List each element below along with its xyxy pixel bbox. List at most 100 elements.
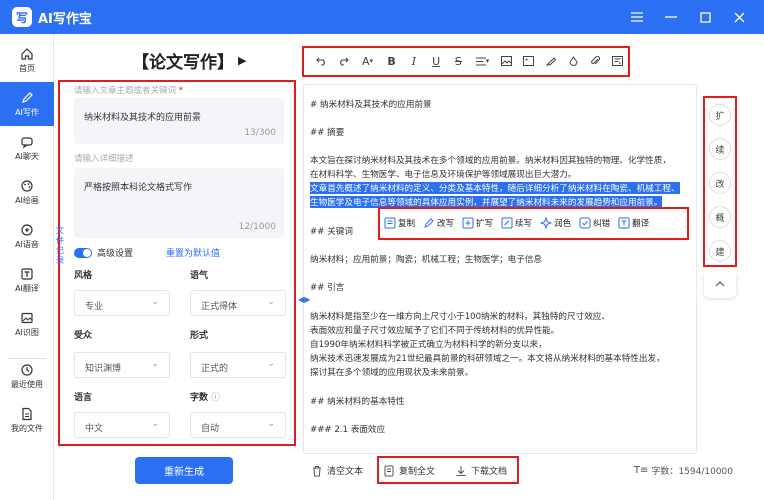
copy-button[interactable]: 复制 — [384, 217, 415, 229]
strikethrough-button[interactable]: S — [448, 50, 468, 72]
mic-icon — [21, 223, 33, 236]
collapse-handle-icon[interactable]: ◀▶ — [298, 295, 310, 304]
doc-line: ## 引言 — [310, 283, 345, 293]
translate-icon — [618, 217, 630, 229]
palette-icon — [21, 179, 33, 192]
title-bar: 写 AI写作宝 — [0, 0, 764, 34]
word-count: T≡ 字数：1594/10000 — [633, 465, 733, 477]
undo-icon[interactable] — [311, 50, 331, 72]
brush-icon[interactable] — [541, 50, 561, 72]
panel-title[interactable]: 【论文写作】 ▶ — [132, 48, 246, 73]
nav-item-ai-image-recognition[interactable]: AI识图 — [0, 302, 54, 346]
regenerate-button[interactable]: 重新生成 — [135, 457, 233, 484]
chevron-down-icon: ⌄ — [267, 297, 275, 307]
nav-item-ai-voice[interactable]: AI语音 — [0, 214, 54, 258]
advanced-settings-toggle[interactable]: 高级设置 — [74, 246, 133, 259]
file-records-tab[interactable]: 文件记录 — [54, 226, 66, 266]
close-icon[interactable] — [722, 0, 756, 34]
left-nav: 首页 AI写作 AI聊天 AI绘画 AI语音 AI翻译 AI识图 最近使用 我的… — [0, 34, 54, 500]
nav-divider — [8, 358, 46, 359]
continue-button[interactable]: 续写 — [501, 217, 532, 229]
photo-icon[interactable] — [519, 50, 539, 72]
detail-input[interactable]: 严格按照本科论文格式写作 12/1000 — [74, 168, 284, 238]
suggest-side-button[interactable]: 建 — [709, 240, 731, 262]
italic-button[interactable]: I — [404, 50, 424, 72]
rewrite-side-button[interactable]: 改 — [709, 172, 731, 194]
nav-item-ai-translate[interactable]: AI翻译 — [0, 258, 54, 302]
app-title: AI写作宝 — [38, 11, 92, 27]
doc-line: 探讨其在多个领域的应用现状及未来前景。 — [310, 368, 474, 378]
underline-button[interactable]: U — [426, 50, 446, 72]
copy-icon — [384, 217, 396, 229]
polish-button[interactable]: 润色 — [540, 217, 571, 229]
audience-label: 受众 — [74, 331, 93, 341]
nav-item-ai-painting[interactable]: AI绘画 — [0, 170, 54, 214]
form-select[interactable]: 正式的 ⌄ — [190, 352, 286, 378]
doc-line: # 纳米材料及其技术的应用前景 — [310, 100, 432, 110]
tone-select[interactable]: 正式得体 ⌄ — [190, 290, 286, 316]
history-icon — [21, 363, 33, 376]
app-logo: 写 — [12, 7, 32, 27]
chevron-down-icon: ⌄ — [151, 419, 159, 429]
continue-side-button[interactable]: 续 — [709, 138, 731, 160]
translate-button[interactable]: 翻译 — [618, 217, 649, 229]
tone-label: 语气 — [190, 271, 209, 281]
doc-line: 表面效应和量子尺寸效应赋予了它们不同于传统材料的优异性能。 — [310, 326, 560, 336]
doc-line: 自1990年纳米材料科学被正式确立为材料科学的新分支以来， — [310, 340, 547, 350]
nav-item-my-files[interactable]: 我的文件 — [0, 398, 54, 442]
font-color-button[interactable]: A ▾ — [356, 50, 380, 72]
nav-item-ai-chat[interactable]: AI聊天 — [0, 126, 54, 170]
menu-icon[interactable] — [620, 0, 654, 34]
pen-icon — [22, 91, 33, 103]
rewrite-button[interactable]: 改写 — [423, 217, 454, 229]
caret-right-icon: ▶ — [238, 54, 247, 67]
scroll-top-button[interactable] — [704, 270, 736, 298]
style-select[interactable]: 专业 ⌄ — [74, 290, 170, 316]
template-icon[interactable] — [608, 50, 628, 72]
form-label: 形式 — [190, 331, 209, 341]
chevron-up-icon — [715, 281, 725, 287]
correct-button[interactable]: 纠错 — [579, 217, 610, 229]
continue-icon — [501, 217, 513, 229]
bold-button[interactable]: B — [381, 50, 401, 72]
clear-text-button[interactable]: 清空文本 — [311, 464, 363, 477]
topic-input[interactable]: 纳米材料及其技术的应用前景 13/300 — [74, 98, 284, 144]
chevron-down-icon: ⌄ — [151, 359, 159, 369]
align-icon[interactable]: ▾ — [471, 50, 495, 72]
language-select[interactable]: 中文 ⌄ — [74, 412, 170, 438]
copy-all-button[interactable]: 复制全文 — [383, 464, 435, 477]
fill-icon[interactable] — [563, 50, 583, 72]
selected-line: 文章首先概述了纳米材料的定义、分类及基本特性，随后详细分析了纳米材料在陶瓷、机械… — [310, 182, 680, 194]
text-icon: T≡ — [633, 465, 649, 476]
reset-defaults-link[interactable]: 重置为默认值 — [166, 246, 220, 259]
words-select[interactable]: 自动 ⌄ — [190, 412, 286, 438]
expand-icon — [462, 217, 474, 229]
document-copy-icon — [384, 465, 394, 476]
nav-item-home[interactable]: 首页 — [0, 38, 54, 82]
summarize-side-button[interactable]: 概 — [709, 206, 731, 228]
words-label: 字数 ⓘ — [190, 393, 221, 403]
home-icon — [21, 47, 33, 60]
doc-line: ### 2.1 表面效应 — [310, 425, 386, 435]
image-icon[interactable] — [496, 50, 516, 72]
doc-line: ## 摘要 — [310, 128, 345, 138]
editor-footer: 清空文本 复制全文 下载文档 T≡ 字数：1594/10000 — [303, 454, 737, 486]
expand-button[interactable]: 扩写 — [462, 217, 493, 229]
maximize-icon[interactable] — [688, 0, 722, 34]
translate-icon — [21, 267, 33, 280]
redo-icon[interactable] — [333, 50, 353, 72]
nav-item-recent[interactable]: 最近使用 — [0, 354, 54, 398]
minimize-icon[interactable] — [654, 0, 688, 34]
expand-side-button[interactable]: 扩 — [709, 104, 731, 126]
attachment-icon[interactable] — [586, 50, 606, 72]
download-button[interactable]: 下载文档 — [455, 464, 507, 477]
doc-line: 纳米材料是指至少在一维方向上尺寸小于100纳米的材料，其独特的尺寸效应、 — [310, 312, 610, 322]
nav-item-ai-writing[interactable]: AI写作 — [0, 82, 54, 126]
audience-select[interactable]: 知识渊博 ⌄ — [74, 352, 170, 378]
document-editor[interactable]: # 纳米材料及其技术的应用前景 ## 摘要 本文旨在探讨纳米材料及其技术在多个领… — [303, 84, 697, 454]
selection-action-bar: 复制 改写 扩写 续写 润色 纠错 翻译 — [378, 208, 688, 238]
toggle-switch[interactable] — [74, 247, 92, 258]
chat-icon — [21, 136, 33, 149]
download-icon — [456, 465, 466, 476]
doc-line: 在材料科学、生物医学、电子信息及环境保护等领域展现出巨大潜力。 — [310, 170, 577, 180]
